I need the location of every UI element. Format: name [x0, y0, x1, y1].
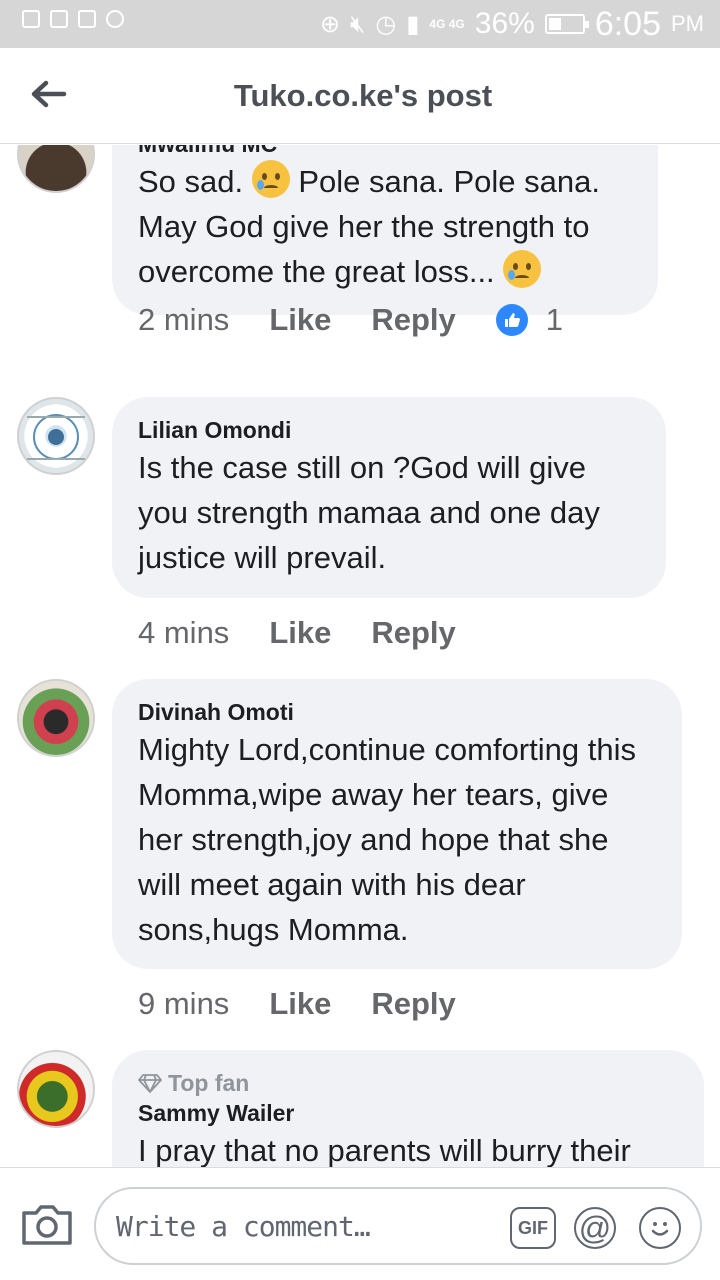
- reply-button[interactable]: Reply: [371, 302, 455, 338]
- comment-bubble[interactable]: Mwalimu MC So sad. Pole sana. Pole sana.…: [112, 145, 658, 315]
- gif-button[interactable]: GIF: [510, 1207, 556, 1249]
- avatar[interactable]: [17, 1050, 95, 1128]
- comment-list[interactable]: Mwalimu MC So sad. Pole sana. Pole sana.…: [0, 145, 720, 1167]
- comment-author[interactable]: Sammy Wailer: [138, 1098, 678, 1128]
- reply-button[interactable]: Reply: [371, 615, 455, 651]
- sad-face-icon: [503, 250, 542, 288]
- like-button[interactable]: Like: [269, 302, 331, 338]
- clock-ampm: PM: [671, 11, 704, 36]
- comment-placeholder: Write a comment…: [116, 1210, 371, 1243]
- comment-author[interactable]: Divinah Omoti: [138, 697, 656, 727]
- clock: 6:05: [594, 4, 661, 43]
- avatar[interactable]: [17, 145, 95, 193]
- comment-meta: 9 mins Like Reply: [138, 986, 496, 1022]
- battery-percent: 36%: [474, 7, 535, 40]
- sad-face-icon: [251, 160, 290, 198]
- status-bar: ⊕ 🔇︎ ◷ ▮ 4G 4G 36% 6:05 PM: [0, 0, 720, 48]
- comment-time[interactable]: 4 mins: [138, 615, 229, 651]
- gallery-icon: [50, 10, 68, 28]
- comment-time[interactable]: 2 mins: [138, 302, 229, 338]
- reply-button[interactable]: Reply: [371, 986, 455, 1022]
- comment-bubble[interactable]: Lilian Omondi Is the case still on ?God …: [112, 397, 666, 598]
- comment-meta: 4 mins Like Reply: [138, 615, 496, 651]
- diagram-thumbnail-icon: [27, 414, 85, 460]
- avatar[interactable]: [17, 397, 95, 475]
- reaction-count: 1: [545, 302, 564, 337]
- top-fan-label: Top fan: [168, 1070, 250, 1096]
- comment-text: Is the case still on ?God will give you …: [138, 450, 600, 575]
- page-title: Tuko.co.ke's post: [233, 78, 493, 113]
- like-button[interactable]: Like: [269, 986, 331, 1022]
- post-header: Tuko.co.ke's post: [0, 48, 720, 144]
- comment-meta: 2 mins Like Reply 1: [138, 302, 563, 338]
- avatar[interactable]: [17, 679, 95, 757]
- mention-button[interactable]: @: [574, 1207, 616, 1249]
- comment-time[interactable]: 9 mins: [138, 986, 229, 1022]
- comment-bubble[interactable]: Divinah Omoti Mighty Lord,continue comfo…: [112, 679, 682, 969]
- notification-icons: [22, 10, 124, 28]
- network-type: 4G 4G: [429, 17, 465, 31]
- thumbs-up-icon: [495, 304, 528, 336]
- top-fan-badge: Top fan: [138, 1068, 678, 1098]
- comment-text-part: So sad.: [138, 164, 252, 199]
- sync-icon: [106, 10, 124, 28]
- signal-icon: ▮: [406, 10, 420, 38]
- diamond-icon: [138, 1074, 162, 1093]
- battery-icon: [544, 14, 589, 34]
- data-saver-icon: ⊕: [320, 10, 341, 38]
- mute-icon: 🔇︎: [350, 10, 366, 38]
- comment-text: So sad. Pole sana. Pole sana. May God gi…: [138, 159, 632, 294]
- comment-bubble[interactable]: Top fan Sammy Wailer I pray that no pare…: [112, 1050, 704, 1167]
- camera-icon[interactable]: [20, 1203, 74, 1247]
- message-icon: [22, 10, 40, 28]
- comment-author[interactable]: Mwalimu MC: [138, 145, 632, 159]
- comment-text: Mighty Lord,continue comforting this Mom…: [138, 732, 636, 947]
- alarm-icon: ◷: [375, 10, 397, 38]
- comment-text: I pray that no parents will burry their: [138, 1133, 631, 1167]
- comment-input[interactable]: Write a comment… GIF @: [94, 1187, 702, 1265]
- reaction-summary[interactable]: 1: [495, 302, 564, 338]
- emoji-icon[interactable]: [639, 1207, 681, 1249]
- app-grid-icon: [78, 10, 96, 28]
- comment-composer: Write a comment… GIF @: [0, 1167, 720, 1280]
- comment-author[interactable]: Lilian Omondi: [138, 415, 640, 445]
- like-button[interactable]: Like: [269, 615, 331, 651]
